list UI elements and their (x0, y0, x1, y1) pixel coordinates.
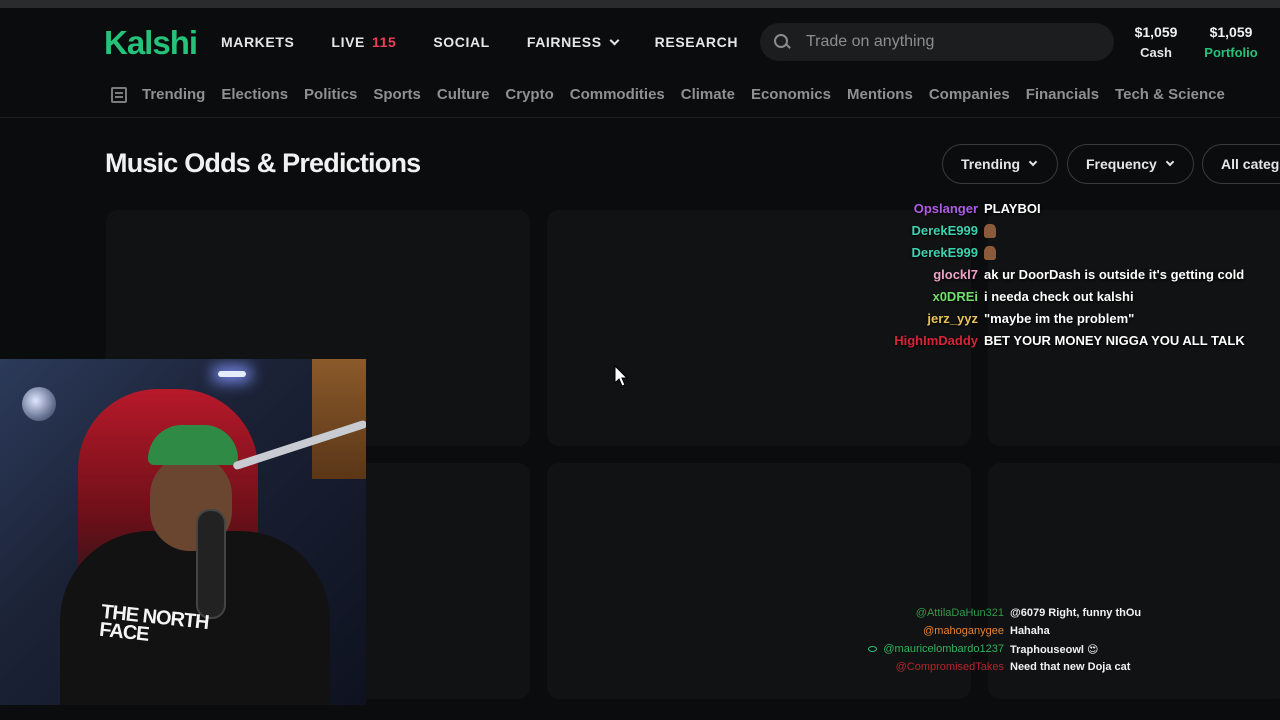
category-list: Trending Elections Politics Sports Cultu… (142, 86, 1241, 103)
nav-research-label: RESEARCH (654, 34, 739, 50)
chat-username-text: @mauricelombardo1237 (883, 643, 1004, 655)
sort-trending-label: Trending (961, 156, 1021, 172)
chat-username: @mahoganygee (860, 625, 1010, 637)
category-commodities[interactable]: Commodities (570, 86, 665, 103)
category-economics[interactable]: Economics (751, 86, 831, 103)
chevron-down-icon (1165, 157, 1175, 167)
chat-username-text: @AttilaDaHun321 (915, 607, 1004, 619)
cash-label: Cash (1140, 45, 1172, 60)
chat-text (984, 222, 996, 238)
cash-balance[interactable]: $1,059 Cash (1128, 24, 1184, 60)
portfolio-label: Portfolio (1204, 45, 1258, 60)
chat-text: BET YOUR MONEY NIGGA YOU ALL TALK (984, 332, 1245, 348)
category-tech-science[interactable]: Tech & Science (1115, 86, 1225, 103)
kalshi-logo[interactable]: Kalshi (104, 24, 198, 62)
top-header: Kalshi MARKETS LIVE 115 SOCIAL FAIRNESS R… (0, 8, 1280, 76)
chat-text: Hahaha (1010, 625, 1050, 637)
search-input[interactable] (806, 33, 1086, 51)
disco-ball (22, 387, 56, 421)
chat-username-text: @mahoganygee (923, 625, 1004, 637)
chat-message: @mahoganygee Hahaha (860, 622, 1160, 640)
chat-message: @mauricelombardo1237 Traphouseowl 😍 (860, 640, 1160, 658)
nav-markets[interactable]: MARKETS (221, 34, 294, 50)
chat-username: HighImDaddy (894, 332, 978, 348)
category-financials[interactable]: Financials (1026, 86, 1099, 103)
nav-fairness[interactable]: FAIRNESS (526, 34, 620, 50)
chat-message: @AttilaDaHun321 @6079 Right, funny thOu (860, 604, 1160, 622)
chat-username: @mauricelombardo1237 (860, 643, 1010, 655)
portfolio-balance[interactable]: $1,059 Portfolio (1200, 24, 1262, 60)
nav-live[interactable]: LIVE 115 (331, 34, 396, 50)
category-climate[interactable]: Climate (681, 86, 735, 103)
chat-username: glockl7 (933, 266, 978, 282)
category-culture[interactable]: Culture (437, 86, 490, 103)
frequency-dropdown[interactable]: Frequency (1067, 144, 1194, 184)
chat-message: DerekE999 (880, 219, 1270, 241)
category-politics[interactable]: Politics (304, 86, 357, 103)
all-categories-label: All categ (1221, 156, 1280, 172)
chat-username: x0DREi (932, 288, 978, 304)
main-nav: MARKETS LIVE 115 SOCIAL FAIRNESS RESEARCH (221, 34, 775, 50)
stream-chat-overlay: Opslanger PLAYBOI DerekE999 DerekE999 glockl… (880, 197, 1270, 351)
nav-markets-label: MARKETS (221, 34, 295, 50)
page-title: Music Odds & Predictions (105, 148, 421, 178)
chat-username: @CompromisedTakes (860, 661, 1010, 673)
stream-chat-secondary: @AttilaDaHun321 @6079 Right, funny thOu @m… (860, 604, 1160, 676)
search-bar[interactable] (760, 23, 1114, 61)
chat-message: jerz_yyz "maybe im the problem" (880, 307, 1270, 329)
chat-text (984, 244, 996, 260)
viewer-badge-icon (868, 646, 878, 653)
category-bar: Trending Elections Politics Sports Cultu… (0, 76, 1280, 118)
chat-text: @6079 Right, funny thOu (1010, 607, 1142, 619)
green-cap (148, 425, 238, 465)
emote-icon (984, 223, 996, 238)
chat-username: DerekE999 (911, 222, 979, 238)
live-count-badge: 115 (371, 34, 397, 50)
chat-username-text: @CompromisedTakes (895, 661, 1004, 673)
led-light (218, 371, 246, 377)
category-mentions[interactable]: Mentions (847, 86, 913, 103)
nav-social-label: SOCIAL (433, 34, 490, 50)
category-crypto[interactable]: Crypto (505, 86, 553, 103)
nav-social[interactable]: SOCIAL (433, 34, 490, 50)
chat-message: Opslanger PLAYBOI (880, 197, 1270, 219)
chat-message: DerekE999 (880, 241, 1270, 263)
browser-top-strip (0, 0, 1280, 8)
chevron-down-icon (609, 35, 620, 45)
chat-text: PLAYBOI (984, 200, 1041, 216)
shelf (312, 359, 366, 479)
chat-username: Opslanger (913, 200, 978, 216)
category-trending[interactable]: Trending (142, 86, 205, 103)
chat-text: Traphouseowl 😍 (1010, 643, 1099, 656)
chat-text: i needa check out kalshi (984, 288, 1134, 304)
nav-fairness-label: FAIRNESS (526, 34, 602, 50)
portfolio-amount: $1,059 (1209, 24, 1253, 40)
chat-text: "maybe im the problem" (984, 310, 1135, 326)
category-companies[interactable]: Companies (929, 86, 1010, 103)
chat-message: @CompromisedTakes Need that new Doja cat (860, 658, 1160, 676)
chat-text: ak ur DoorDash is outside it's getting c… (984, 266, 1245, 282)
emote-icon (984, 245, 996, 260)
chat-username: jerz_yyz (927, 310, 978, 326)
chat-message: x0DREi i needa check out kalshi (880, 285, 1270, 307)
nav-research[interactable]: RESEARCH (655, 34, 738, 50)
category-sports[interactable]: Sports (373, 86, 421, 103)
frequency-label: Frequency (1086, 156, 1157, 172)
chevron-down-icon (1028, 157, 1038, 167)
search-icon (774, 34, 790, 50)
webcam-overlay: THE NORTH FACE (0, 359, 366, 705)
all-categories-dropdown[interactable]: All categ (1202, 144, 1280, 184)
list-icon[interactable] (111, 87, 127, 103)
chat-message: HighImDaddy BET YOUR MONEY NIGGA YOU ALL … (880, 329, 1270, 351)
microphone (196, 509, 226, 619)
chat-username: @AttilaDaHun321 (860, 607, 1010, 619)
chat-text: Need that new Doja cat (1010, 661, 1131, 673)
mouse-cursor-icon (614, 365, 628, 387)
sort-trending-dropdown[interactable]: Trending (942, 144, 1058, 184)
nav-live-label: LIVE (331, 34, 365, 50)
cash-amount: $1,059 (1134, 24, 1178, 40)
chat-username: DerekE999 (911, 244, 979, 260)
category-elections[interactable]: Elections (221, 86, 288, 103)
chat-message: glockl7 ak ur DoorDash is outside it's ge… (880, 263, 1270, 285)
